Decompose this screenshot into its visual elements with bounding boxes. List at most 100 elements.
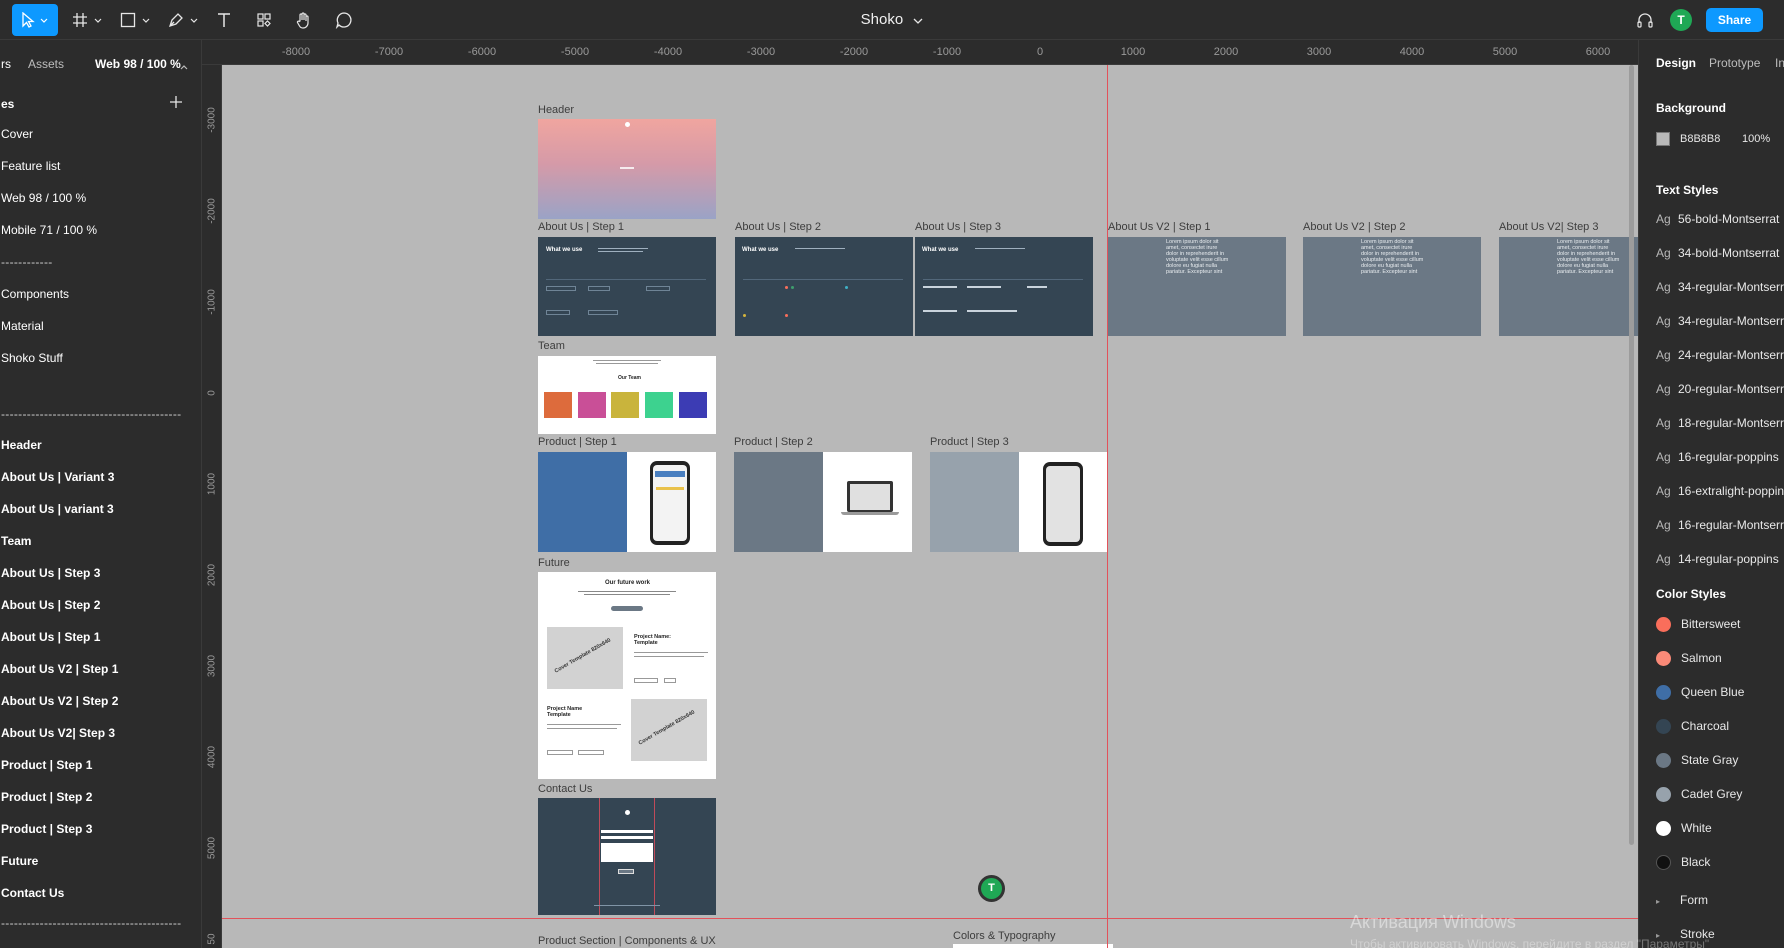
shape-tool[interactable]: [118, 4, 154, 36]
text-line: [598, 251, 643, 252]
frame-label-product2[interactable]: Product | Step 2: [734, 436, 813, 448]
layer-item[interactable]: About Us V2 | Step 1: [1, 662, 118, 676]
layer-item[interactable]: Contact Us: [1, 886, 64, 900]
frame-about1[interactable]: What we use: [538, 237, 716, 336]
frame-aboutv2-2[interactable]: Lorem ipsum dolor sit amet, consectet ir…: [1303, 237, 1481, 336]
frame-about2[interactable]: What we use: [735, 237, 913, 336]
tab-design[interactable]: Design: [1656, 56, 1696, 70]
frame-product1[interactable]: [538, 452, 716, 552]
layer-item[interactable]: Header: [1, 438, 42, 452]
style-group-name: Form: [1680, 893, 1708, 907]
background-hex[interactable]: B8B8B8: [1680, 133, 1720, 145]
frame-product2[interactable]: [734, 452, 912, 552]
frame-product3[interactable]: [930, 452, 1108, 552]
share-button[interactable]: Share: [1706, 8, 1763, 32]
frame-aboutv2-1[interactable]: Lorem ipsum dolor sit amet, consectet ir…: [1108, 237, 1286, 336]
canvas[interactable]: Header About Us | Step 1 What we use Abo…: [222, 65, 1638, 948]
text-style-item[interactable]: Ag 20-regular-Montserrat: [1656, 382, 1784, 402]
layer-item[interactable]: About Us V2| Step 3: [1, 726, 115, 740]
frame-label-product3[interactable]: Product | Step 3: [930, 436, 1009, 448]
background-swatch[interactable]: [1656, 132, 1670, 146]
layer-item[interactable]: About Us | Step 1: [1, 630, 100, 644]
frame-team[interactable]: Our Team: [538, 356, 716, 434]
layer-item[interactable]: Future: [1, 854, 38, 868]
text-style-item[interactable]: Ag 56-bold-Montserrat: [1656, 212, 1779, 232]
frame-label-about1[interactable]: About Us | Step 1: [538, 221, 624, 233]
frame-label-aboutv2-3[interactable]: About Us V2| Step 3: [1499, 221, 1598, 233]
frame-label-contact[interactable]: Contact Us: [538, 783, 592, 795]
text-style-item[interactable]: Ag 16-regular-poppins: [1656, 450, 1779, 470]
layer-item[interactable]: About Us | Variant 3: [1, 470, 114, 484]
comment-tool[interactable]: [330, 4, 358, 36]
page-item[interactable]: Web 98 / 100 %: [1, 191, 86, 205]
text-style-name: 16-extralight-poppins: [1678, 484, 1784, 498]
page-item[interactable]: Components: [1, 287, 69, 301]
user-avatar[interactable]: T: [1670, 9, 1692, 31]
frame-tool[interactable]: [70, 4, 106, 36]
frame-label-aboutv2-1[interactable]: About Us V2 | Step 1: [1108, 221, 1211, 233]
layer-item[interactable]: Product | Step 2: [1, 790, 92, 804]
page-item[interactable]: Cover: [1, 127, 33, 141]
frame-label-colors-typography[interactable]: Colors & Typography: [953, 930, 1056, 942]
frame-label-team[interactable]: Team: [538, 340, 565, 352]
frame-aboutv2-3[interactable]: Lorem ipsum dolor sit amet, consectet ir…: [1499, 237, 1638, 336]
pen-tool[interactable]: [166, 4, 202, 36]
background-opacity[interactable]: 100%: [1742, 133, 1770, 145]
add-page-icon[interactable]: [170, 96, 182, 111]
layer-item[interactable]: Product | Step 1: [1, 758, 92, 772]
layer-item[interactable]: About Us | Step 3: [1, 566, 100, 580]
text-style-item[interactable]: Ag 14-regular-poppins: [1656, 552, 1779, 572]
text-style-item[interactable]: Ag 18-regular-Montserrat: [1656, 416, 1784, 436]
layer-item[interactable]: About Us | Step 2: [1, 598, 100, 612]
text-style-item[interactable]: Ag 34-bold-Montserrat: [1656, 246, 1779, 266]
tab-inspect[interactable]: In: [1775, 56, 1784, 70]
chevron-up-icon[interactable]: [180, 59, 188, 73]
page-item[interactable]: Shoko Stuff: [1, 351, 63, 365]
right-sidebar: Design Prototype In Background B8B8B8 10…: [1638, 40, 1784, 948]
ruler-tick-label: -4000: [653, 46, 683, 58]
resources-tool[interactable]: [252, 4, 276, 36]
tab-assets[interactable]: Assets: [28, 57, 64, 71]
text-style-item[interactable]: Ag 34-regular-Montserrat: [1656, 280, 1784, 300]
text-style-item[interactable]: Ag 16-regular-Montserrat: [1656, 518, 1784, 538]
frame-colors-typography[interactable]: [953, 944, 1113, 948]
tab-layers[interactable]: rs: [1, 57, 11, 71]
move-tool[interactable]: [12, 4, 58, 36]
frame-label-about2[interactable]: About Us | Step 2: [735, 221, 821, 233]
dot: [743, 314, 746, 317]
ruler-tick-label: 3000: [206, 654, 218, 678]
page-selector[interactable]: Web 98 / 100 %: [95, 57, 181, 71]
frame-future[interactable]: Our future work Cover Template 820x640 P…: [538, 572, 716, 779]
frame-label-about3[interactable]: About Us | Step 3: [915, 221, 1001, 233]
guide-vertical[interactable]: [1107, 65, 1108, 948]
page-item[interactable]: Feature list: [1, 159, 60, 173]
text-tool[interactable]: [212, 4, 236, 36]
layer-item[interactable]: About Us V2 | Step 2: [1, 694, 118, 708]
page-item[interactable]: Material: [1, 319, 44, 333]
hand-tool[interactable]: [290, 4, 318, 36]
layer-item[interactable]: Team: [1, 534, 31, 548]
frame-about3[interactable]: What we use: [915, 237, 1093, 336]
file-name[interactable]: Shoko: [861, 11, 904, 28]
audio-button[interactable]: [1632, 4, 1658, 36]
chevron-down-icon[interactable]: [913, 12, 923, 29]
frame-label-product1[interactable]: Product | Step 1: [538, 436, 617, 448]
tab-prototype[interactable]: Prototype: [1709, 56, 1760, 70]
style-group[interactable]: ▸ Form: [1656, 893, 1708, 907]
text-style-item[interactable]: Ag 34-regular-Montserrat: [1656, 314, 1784, 334]
color-swatch: [1656, 787, 1671, 802]
layer-item[interactable]: Product | Step 3: [1, 822, 92, 836]
frame-label-header[interactable]: Header: [538, 104, 574, 116]
page-item[interactable]: Mobile 71 / 100 %: [1, 223, 97, 237]
layer-item[interactable]: About Us | variant 3: [1, 502, 114, 516]
text-line: [634, 652, 708, 653]
vertical-scrollbar[interactable]: [1629, 65, 1634, 845]
frame-label-future[interactable]: Future: [538, 557, 570, 569]
frame-label-aboutv2-2[interactable]: About Us V2 | Step 2: [1303, 221, 1406, 233]
frame-label-product-section[interactable]: Product Section | Components & UX: [538, 935, 716, 947]
frame-contact[interactable]: [538, 798, 716, 915]
text-line: [1027, 286, 1047, 288]
text-style-item[interactable]: Ag 16-extralight-poppins: [1656, 484, 1784, 504]
text-style-item[interactable]: Ag 24-regular-Montserrat: [1656, 348, 1784, 368]
frame-header[interactable]: [538, 119, 716, 219]
